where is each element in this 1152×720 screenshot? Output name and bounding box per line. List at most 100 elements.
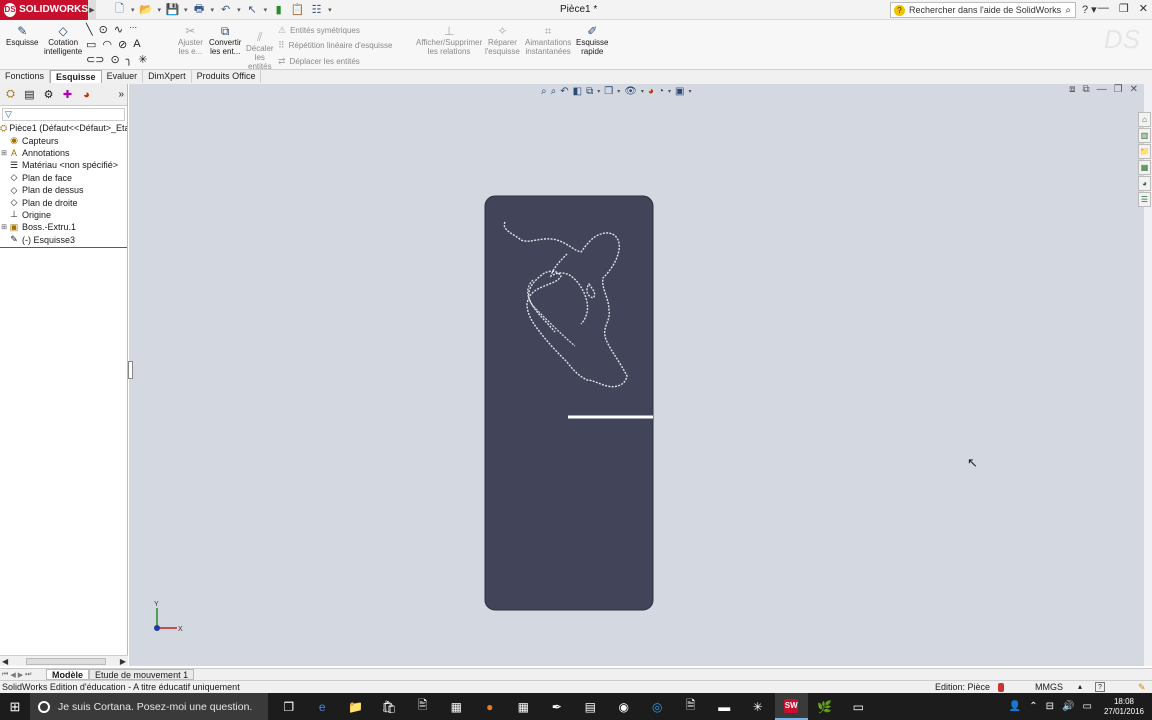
save-icon[interactable]: 💾 xyxy=(165,2,180,17)
undo-icon[interactable]: ↶ xyxy=(218,2,233,17)
task-view-icon[interactable]: ❐ xyxy=(272,693,306,720)
first-tab-icon[interactable]: ⏮ xyxy=(2,671,8,679)
line-icon[interactable]: ╲ xyxy=(86,23,93,36)
snowboard-part-body[interactable] xyxy=(484,195,654,611)
decaler-button[interactable]: ⫽ Décaler les entités xyxy=(246,30,274,72)
aimantations-button[interactable]: ⌗ Aimantations instantanées xyxy=(525,24,571,57)
custom-properties-icon[interactable]: ☰ xyxy=(1138,192,1151,207)
file-explorer-icon[interactable]: 📁 xyxy=(1138,144,1151,159)
app-icon-5[interactable]: ◎ xyxy=(641,693,675,720)
prev-tab-icon[interactable]: ◀ xyxy=(10,671,15,679)
cortana-search-box[interactable]: Je suis Cortana. Posez-moi une question. xyxy=(30,693,268,720)
tree-item-origine[interactable]: ⊥ Origine xyxy=(0,209,127,221)
polygon-icon[interactable]: ⊙ xyxy=(110,53,119,66)
tree-item-esquisse3[interactable]: ✎ (-) Esquisse3 xyxy=(0,234,127,246)
app-icon-6[interactable]: 🗎 xyxy=(674,693,708,720)
app-icon-4[interactable]: ◉ xyxy=(607,693,641,720)
units-dropdown-icon[interactable]: ▴ xyxy=(1078,682,1082,691)
afficher-relations-button[interactable]: ⊥ Afficher/Supprimer les relations xyxy=(416,24,482,57)
esquisse-rapide-button[interactable]: ✐ Esquisse rapide xyxy=(576,24,608,57)
people-icon[interactable]: 👤 xyxy=(1009,701,1021,712)
esquisse-button[interactable]: ✎ Esquisse xyxy=(6,24,38,48)
next-tab-icon[interactable]: ▶ xyxy=(18,671,23,679)
new-document-icon[interactable]: 🗋 xyxy=(112,2,127,17)
expand-icon[interactable]: ⊞ xyxy=(0,223,8,231)
panel-horizontal-scrollbar[interactable]: ◀ ▶ xyxy=(0,655,128,666)
options-dropdown-icon[interactable]: ▾ xyxy=(328,6,332,14)
tab-modele[interactable]: Modèle xyxy=(46,669,90,680)
solidworks-taskbar-icon[interactable]: SW xyxy=(774,693,808,720)
graphics-area[interactable]: ⌕ ⌕ ↶ ◧ ⧉ ▾ ❒ ▾ 👁 ▾ ◕ ◔ ▾ ▣ ▾ ⧈ ⧉ — ❐ ✕ Y X ↖ xyxy=(128,84,1144,666)
tab-dimxpert[interactable]: DimXpert xyxy=(143,70,192,83)
file-explorer-taskbar-icon[interactable]: 📁 xyxy=(339,693,373,720)
offset-icon[interactable]: ⊘ xyxy=(118,38,127,51)
tree-filter-input[interactable]: ▽ xyxy=(2,108,125,121)
mirror-entities-button[interactable]: ⚠ Entités symétriques xyxy=(278,25,360,36)
print-dropdown-icon[interactable]: ▾ xyxy=(211,6,215,14)
model-viewport[interactable]: Y X xyxy=(129,84,1144,666)
feature-manager-icon[interactable]: ⛭ xyxy=(3,87,18,102)
ajuster-button[interactable]: ✂ Ajuster les e... xyxy=(178,24,203,57)
tab-produits-office[interactable]: Produits Office xyxy=(192,70,262,83)
expand-icon[interactable]: ⊞ xyxy=(0,149,8,157)
firefox-icon[interactable]: ● xyxy=(473,693,507,720)
unit-system-status[interactable]: MMGS xyxy=(1035,682,1063,692)
edit-pencil-icon[interactable]: ✎ xyxy=(1138,682,1146,693)
property-manager-icon[interactable]: ▤ xyxy=(22,87,37,102)
tab-fonctions[interactable]: Fonctions xyxy=(0,70,51,83)
minimize-icon[interactable]: — xyxy=(1098,2,1109,15)
view-palette-icon[interactable]: ▦ xyxy=(1138,160,1151,175)
tree-item-annotations[interactable]: ⊞ A Annotations xyxy=(0,147,127,159)
undo-dropdown-icon[interactable]: ▾ xyxy=(237,6,241,14)
edge-browser-icon[interactable]: e xyxy=(306,693,340,720)
app-icon-8[interactable]: ✳ xyxy=(741,693,775,720)
open-dropdown-icon[interactable]: ▾ xyxy=(158,6,162,14)
start-windows-icon[interactable]: ⊞ xyxy=(0,693,30,720)
tray-chevron-icon[interactable]: ⌃ xyxy=(1029,701,1037,712)
cotation-intelligente-button[interactable]: ◇ Cotation intelligente xyxy=(44,24,82,57)
tree-item-plan-face[interactable]: ◇ Plan de face xyxy=(0,172,127,184)
design-library-icon[interactable]: ▥ xyxy=(1138,128,1151,143)
app-icon-3[interactable]: ▤ xyxy=(574,693,608,720)
tree-item-plan-droite[interactable]: ◇ Plan de droite xyxy=(0,196,127,208)
display-manager-icon[interactable]: ◕ xyxy=(79,87,94,102)
options-icon[interactable]: ☷ xyxy=(309,2,324,17)
centerline-icon[interactable]: ✳ xyxy=(138,53,147,66)
tab-etude-mouvement[interactable]: Etude de mouvement 1 xyxy=(89,669,195,680)
tree-item-plan-dessus[interactable]: ◇ Plan de dessus xyxy=(0,184,127,196)
move-entities-button[interactable]: ⇄ Déplacer les entités xyxy=(278,56,360,67)
rectangle-icon[interactable]: ▭ xyxy=(86,38,96,51)
scroll-thumb[interactable] xyxy=(26,657,106,665)
taskbar-clock[interactable]: 18:08 27/01/2016 xyxy=(1100,697,1148,717)
tree-item-boss-extru[interactable]: ⊞ ▣ Boss.-Extru.1 xyxy=(0,221,127,233)
arc-icon[interactable]: ◠ xyxy=(102,38,112,51)
save-dropdown-icon[interactable]: ▾ xyxy=(184,6,188,14)
circle-icon[interactable]: ⊙ xyxy=(99,23,108,36)
reparer-esquisse-button[interactable]: ✧ Réparer l'esquisse xyxy=(485,24,520,57)
more-panels-icon[interactable]: » xyxy=(118,89,124,100)
new-dropdown-icon[interactable]: ▾ xyxy=(131,6,135,14)
appearances-icon[interactable]: ◕ xyxy=(1138,176,1151,191)
rollback-bar[interactable] xyxy=(0,246,127,248)
select-dropdown-icon[interactable]: ▾ xyxy=(264,6,268,14)
resources-icon[interactable]: ⌂ xyxy=(1138,112,1151,127)
dimxpert-manager-icon[interactable]: ✚ xyxy=(60,87,75,102)
search-icon[interactable]: ⌕ xyxy=(1065,5,1071,16)
inkscape-icon[interactable]: ✒ xyxy=(540,693,574,720)
tab-evaluer[interactable]: Evaluer xyxy=(102,70,144,83)
menu-flyout-arrow-icon[interactable]: ▶ xyxy=(88,0,96,20)
app-icon-7[interactable]: ▬ xyxy=(708,693,742,720)
calculator-icon[interactable]: ▦ xyxy=(507,693,541,720)
configuration-manager-icon[interactable]: ⚙ xyxy=(41,87,56,102)
network-icon[interactable]: ⊟ xyxy=(1046,701,1054,712)
fillet-icon[interactable]: ╮ xyxy=(126,53,133,66)
tab-esquisse[interactable]: Esquisse xyxy=(50,70,102,83)
app-icon-1[interactable]: 🖹 xyxy=(406,693,440,720)
restore-icon[interactable]: ❐ xyxy=(1119,2,1129,15)
close-icon[interactable]: ✕ xyxy=(1139,2,1148,15)
slot-icon[interactable]: ⊂⊃ xyxy=(86,53,104,66)
app-icon-2[interactable]: ▦ xyxy=(440,693,474,720)
point-icon[interactable]: ⋯ xyxy=(129,23,137,36)
notification-icon[interactable]: ▭ xyxy=(1083,701,1092,712)
help-toggle-icon[interactable]: ? xyxy=(1095,682,1105,692)
